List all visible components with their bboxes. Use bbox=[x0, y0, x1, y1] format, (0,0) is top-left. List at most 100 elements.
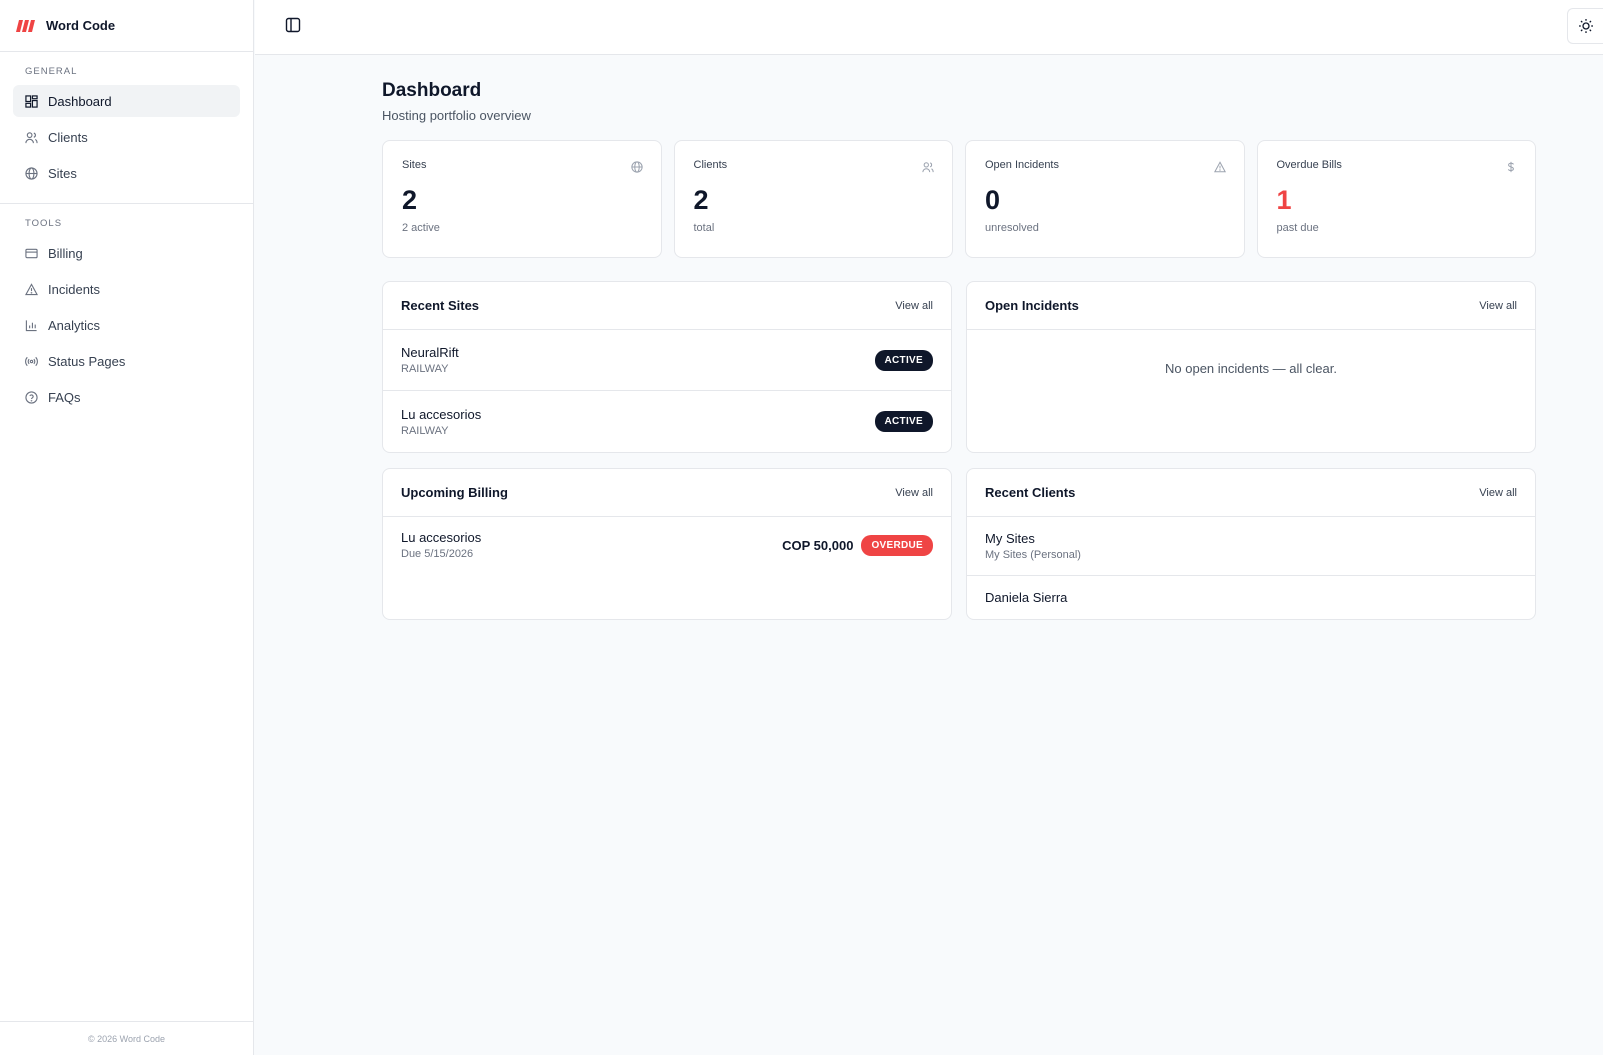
list-item[interactable]: NeuralRift RAILWAY ACTIVE bbox=[383, 330, 951, 391]
page-title: Dashboard bbox=[382, 80, 482, 101]
stat-card-open-incidents: Open Incidents 0 unresolved bbox=[965, 140, 1245, 258]
view-all-sites-link[interactable]: View all bbox=[895, 300, 933, 312]
status-badge: OVERDUE bbox=[861, 534, 933, 556]
recent-clients-panel: Recent Clients View all My Sites My Site… bbox=[966, 468, 1536, 620]
panel-title: Recent Sites bbox=[401, 298, 480, 313]
panel-header: Recent Sites View all bbox=[383, 282, 951, 330]
list-item[interactable]: My Sites My Sites (Personal) bbox=[967, 517, 1535, 576]
billing-client-name: Lu accesorios bbox=[401, 530, 482, 545]
client-name: Daniela Sierra bbox=[985, 589, 1068, 605]
stat-card-clients: Clients 2 total bbox=[673, 140, 953, 258]
sidebar-item-billing[interactable]: Billing bbox=[13, 237, 240, 269]
billing-amount-group: COP 50,000 OVERDUE bbox=[782, 534, 933, 556]
sidebar-item-faqs[interactable]: FAQs bbox=[13, 381, 240, 413]
panel-title: Recent Clients bbox=[985, 485, 1076, 500]
stat-label: Overdue Bills bbox=[1276, 159, 1342, 171]
stat-sub: unresolved bbox=[985, 222, 1039, 234]
page-subtitle: Hosting portfolio overview bbox=[382, 108, 531, 123]
brand[interactable]: Word Code bbox=[0, 0, 253, 52]
panel-header: Upcoming Billing View all bbox=[383, 469, 951, 517]
topbar bbox=[255, 0, 1603, 55]
client-name: My Sites bbox=[985, 531, 1035, 546]
sidebar-item-label: Clients bbox=[48, 129, 88, 145]
view-all-billing-link[interactable]: View all bbox=[895, 487, 933, 499]
globe-icon bbox=[25, 166, 38, 180]
logo-icon bbox=[16, 19, 35, 32]
stat-card-sites: Sites 2 2 active bbox=[382, 140, 662, 258]
stat-label: Open Incidents bbox=[985, 159, 1059, 171]
site-name: NeuralRift bbox=[401, 345, 459, 360]
list-item[interactable]: Lu accesorios RAILWAY ACTIVE bbox=[383, 391, 951, 452]
stat-label: Clients bbox=[693, 159, 728, 171]
stat-value: 1 bbox=[1276, 185, 1292, 215]
users-icon bbox=[922, 162, 934, 173]
billing-due-date: Due 5/15/2026 bbox=[401, 548, 474, 560]
stat-value: 0 bbox=[985, 185, 1001, 215]
panel-title: Open Incidents bbox=[985, 298, 1079, 313]
stat-sub: 2 active bbox=[402, 222, 440, 234]
empty-state: No open incidents — all clear. bbox=[1165, 360, 1337, 376]
sidebar-item-dashboard[interactable]: Dashboard bbox=[13, 85, 240, 117]
alert-triangle-icon bbox=[1213, 161, 1226, 173]
sidebar-item-label: Incidents bbox=[48, 281, 101, 297]
sidebar-item-analytics[interactable]: Analytics bbox=[13, 309, 240, 341]
globe-icon bbox=[630, 161, 643, 173]
sidebar-item-label: Status Pages bbox=[48, 353, 126, 369]
sidebar-item-sites[interactable]: Sites bbox=[13, 157, 240, 189]
status-badge: ACTIVE bbox=[874, 411, 933, 432]
help-circle-icon bbox=[25, 390, 38, 404]
sun-icon bbox=[1578, 19, 1593, 33]
sidebar-toggle-button[interactable] bbox=[283, 15, 303, 35]
stat-value: 2 bbox=[693, 185, 709, 215]
stat-sub: past due bbox=[1276, 222, 1319, 234]
status-badge: ACTIVE bbox=[874, 349, 933, 371]
stat-label: Sites bbox=[402, 159, 427, 171]
site-provider: RAILWAY bbox=[401, 424, 449, 437]
view-all-clients-link[interactable]: View all bbox=[1479, 487, 1517, 499]
nav-section-general: GENERAL Dashboard Clients Sites bbox=[0, 52, 253, 204]
list-item[interactable]: Lu accesorios Due 5/15/2026 COP 50,000 O… bbox=[383, 517, 951, 560]
panel-left-icon bbox=[285, 17, 301, 33]
dollar-icon bbox=[1507, 161, 1514, 173]
open-incidents-panel: Open Incidents View all No open incident… bbox=[966, 281, 1536, 453]
stat-value: 2 bbox=[402, 185, 418, 215]
users-icon bbox=[25, 131, 38, 143]
panel-header: Open Incidents View all bbox=[967, 282, 1535, 330]
radio-icon bbox=[25, 356, 38, 366]
panel-title: Upcoming Billing bbox=[401, 485, 508, 500]
client-sub: My Sites (Personal) bbox=[985, 549, 1081, 561]
stat-sub: total bbox=[693, 222, 715, 234]
billing-amount: COP 50,000 bbox=[782, 537, 854, 553]
billing-list: Lu accesorios Due 5/15/2026 COP 50,000 O… bbox=[383, 517, 951, 619]
stats-row: Sites 2 2 active Clients 2 total Open In… bbox=[382, 140, 1536, 258]
site-name: Lu accesorios bbox=[401, 406, 482, 422]
sidebar-item-incidents[interactable]: Incidents bbox=[13, 273, 240, 305]
view-all-incidents-link[interactable]: View all bbox=[1479, 300, 1517, 312]
section-title-tools: TOOLS bbox=[25, 218, 63, 229]
upcoming-billing-panel: Upcoming Billing View all Lu accesorios … bbox=[382, 468, 952, 620]
sidebar-footer: © 2026 Word Code bbox=[0, 1021, 253, 1055]
recent-sites-panel: Recent Sites View all NeuralRift RAILWAY… bbox=[382, 281, 952, 453]
bar-chart-icon bbox=[25, 319, 37, 331]
sidebar: Word Code GENERAL Dashboard Clients Site… bbox=[0, 0, 254, 1055]
panels-grid: Recent Sites View all NeuralRift RAILWAY… bbox=[382, 281, 1536, 620]
credit-card-icon bbox=[25, 248, 38, 258]
section-title-general: GENERAL bbox=[25, 66, 78, 77]
sidebar-item-label: FAQs bbox=[48, 389, 81, 405]
panel-header: Recent Clients View all bbox=[967, 469, 1535, 517]
nav-section-tools: TOOLS Billing Incidents Analytics Status… bbox=[0, 204, 253, 427]
sidebar-item-clients[interactable]: Clients bbox=[13, 121, 240, 153]
theme-toggle-button[interactable] bbox=[1567, 8, 1603, 44]
list-item[interactable]: Daniela Sierra bbox=[967, 576, 1535, 618]
sidebar-item-label: Sites bbox=[48, 165, 77, 181]
alert-triangle-icon bbox=[25, 282, 38, 295]
brand-name: Word Code bbox=[46, 18, 116, 33]
sidebar-item-status-pages[interactable]: Status Pages bbox=[13, 345, 240, 377]
sidebar-item-label: Dashboard bbox=[48, 93, 112, 109]
site-provider: RAILWAY bbox=[401, 363, 449, 375]
stat-card-overdue-bills: Overdue Bills 1 past due bbox=[1256, 140, 1536, 258]
dashboard-icon bbox=[25, 94, 38, 108]
main-content: Dashboard Hosting portfolio overview Sit… bbox=[382, 80, 1536, 620]
sidebar-item-label: Analytics bbox=[48, 317, 101, 333]
sidebar-item-label: Billing bbox=[48, 245, 83, 261]
